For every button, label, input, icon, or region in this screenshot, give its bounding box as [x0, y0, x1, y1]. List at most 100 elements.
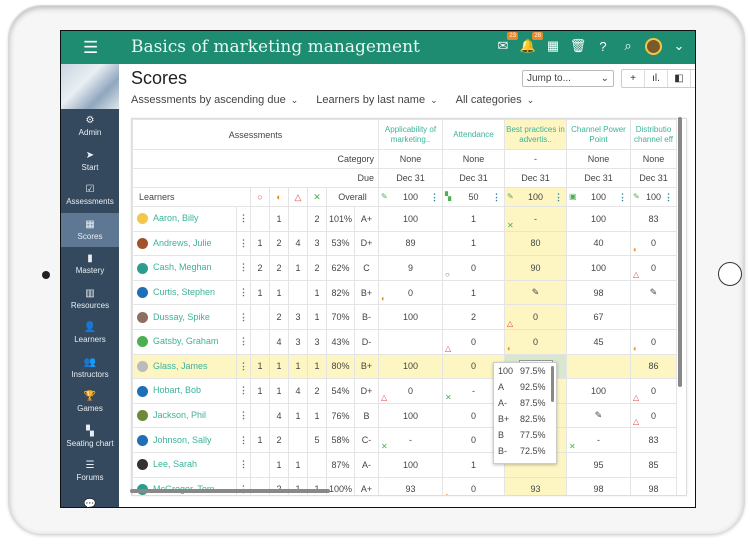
kebab-menu-icon[interactable]: ⋮ — [492, 192, 501, 203]
row-menu-icon[interactable]: ⋮ — [236, 304, 251, 330]
assessment-title[interactable]: Distributio channel eff — [630, 119, 677, 150]
grade-option[interactable]: B 77.5% — [494, 427, 556, 443]
learner-name[interactable]: Dussay, Spike — [132, 304, 237, 330]
score-cell[interactable]: 100 — [378, 353, 443, 380]
score-cell[interactable]: 45 — [566, 328, 631, 355]
row-menu-icon[interactable]: ⋮ — [236, 328, 251, 355]
learner-name-text[interactable]: Dussay, Spike — [153, 312, 210, 322]
score-cell[interactable]: 2 — [442, 304, 505, 330]
score-cell[interactable]: 100 — [378, 451, 443, 478]
learners-header[interactable]: Learners — [132, 187, 251, 207]
score-cell[interactable]: 0 ◐ — [630, 230, 677, 257]
score-cell[interactable]: 89 — [378, 230, 443, 257]
row-menu-icon[interactable]: ⋮ — [236, 255, 251, 281]
score-cell[interactable]: 83 — [630, 206, 677, 232]
learner-name[interactable]: McGregor, Tom — [132, 476, 237, 495]
export-button[interactable]: ◧ — [668, 70, 691, 87]
assessment-title[interactable]: Applicability of marketing.. — [378, 119, 443, 150]
user-avatar[interactable] — [645, 37, 662, 55]
assessment-max[interactable]: ▣ 100 ⋮ — [566, 187, 631, 207]
row-menu-icon[interactable]: ⋮ — [236, 279, 251, 306]
learner-name-text[interactable]: Hobart, Bob — [153, 385, 201, 395]
sidebar-item-scores[interactable]: ▦ Scores — [61, 212, 119, 247]
score-cell[interactable]: 1 — [442, 279, 505, 306]
score-cell[interactable]: 0 ◐ — [504, 328, 567, 355]
score-cell[interactable]: 100 — [566, 206, 631, 232]
score-cell[interactable]: 80 — [504, 230, 567, 257]
score-cell[interactable]: 0 ◐ — [378, 279, 443, 306]
learner-name-text[interactable]: Gatsby, Graham — [153, 336, 218, 346]
score-cell[interactable]: 86 — [630, 353, 677, 380]
score-cell[interactable]: 93 — [378, 476, 443, 495]
sidebar-item-learners[interactable]: 👤 Learners — [61, 316, 119, 351]
score-cell[interactable]: 100 — [378, 402, 443, 429]
score-cell[interactable]: 93 — [504, 476, 567, 495]
sidebar-item-instructors[interactable]: 👥 Instructors — [61, 351, 119, 386]
score-cell[interactable] — [566, 353, 631, 380]
learner-name-text[interactable]: Curtis, Stephen — [153, 287, 215, 297]
learner-name-text[interactable]: Lee, Sarah — [153, 459, 197, 469]
score-cell[interactable] — [378, 328, 443, 355]
score-cell[interactable]: 0 △ — [442, 328, 505, 355]
sidebar-item-resources[interactable]: ▥ Resources — [61, 282, 119, 317]
score-cell[interactable]: - ✕ — [378, 427, 443, 453]
notifications-icon[interactable]: 🔔 28 — [520, 32, 543, 55]
score-cell[interactable]: - ✕ — [566, 427, 631, 453]
learner-name-text[interactable]: Aaron, Billy — [153, 213, 199, 223]
hamburger-icon[interactable]: ☰ — [83, 38, 98, 58]
jump-to-select[interactable]: Jump to... ⌄ — [522, 70, 614, 87]
score-cell[interactable]: 98 — [566, 476, 631, 495]
score-cell[interactable]: 0 ○ — [442, 255, 505, 281]
row-menu-icon[interactable]: ⋮ — [236, 353, 251, 380]
score-cell[interactable]: 0 △ — [630, 378, 677, 404]
dropdown-scrollbar[interactable] — [551, 366, 554, 402]
assessment-max[interactable]: ✎ 100 ⋮ — [378, 187, 443, 207]
assessment-title[interactable]: Attendance — [442, 119, 505, 150]
settings-button[interactable]: ⚙ — [691, 70, 695, 87]
home-button[interactable] — [718, 262, 742, 286]
excused-icon[interactable]: ✕ — [307, 187, 327, 207]
score-cell[interactable]: 0 ◐ — [442, 476, 505, 495]
learner-name-text[interactable]: Andrews, Julie — [153, 238, 212, 248]
learner-name[interactable]: Jackson, Phil — [132, 402, 237, 429]
score-cell[interactable]: 67 — [566, 304, 631, 330]
kebab-menu-icon[interactable]: ⋮ — [664, 192, 673, 203]
kebab-menu-icon[interactable]: ⋮ — [430, 192, 439, 203]
late-icon[interactable]: △ — [288, 187, 308, 207]
learner-name-text[interactable]: Johnson, Sally — [153, 435, 212, 445]
chevron-down-icon[interactable]: ⌄ — [671, 37, 687, 55]
chart-button[interactable]: ıl. — [645, 70, 668, 87]
filter-dropdown[interactable]: Learners by last name ⌄ — [316, 94, 437, 106]
score-cell[interactable]: 100 — [378, 304, 443, 330]
score-cell[interactable]: 90 — [504, 255, 567, 281]
learner-name-text[interactable]: Cash, Meghan — [153, 262, 212, 272]
score-cell[interactable]: 98 — [630, 476, 677, 495]
messages-icon[interactable]: ✉ 23 — [495, 32, 518, 55]
learner-name[interactable]: Andrews, Julie — [132, 230, 237, 257]
grade-option[interactable]: 100 97.5% — [494, 363, 556, 379]
score-cell[interactable]: 0 △ — [378, 378, 443, 404]
kebab-menu-icon[interactable]: ⋮ — [618, 192, 627, 203]
score-cell[interactable]: 100 — [378, 206, 443, 232]
overall-header[interactable]: Overall — [326, 187, 379, 207]
score-cell[interactable]: 98 — [566, 279, 631, 306]
grade-option[interactable]: B+ 82.5% — [494, 411, 556, 427]
score-cell[interactable]: 100 — [566, 255, 631, 281]
assessment-title[interactable]: Channel Power Point — [566, 119, 631, 150]
sidebar-item-admin[interactable]: ⚙ Admin — [61, 109, 119, 144]
learner-name-text[interactable]: Jackson, Phil — [153, 410, 206, 420]
score-cell[interactable]: 95 — [566, 451, 631, 478]
not-submitted-icon[interactable]: ○ — [250, 187, 270, 207]
learner-name[interactable]: Cash, Meghan — [132, 255, 237, 281]
assessment-max[interactable]: ▚ 50 ⋮ — [442, 187, 505, 207]
add-button[interactable]: + — [622, 70, 645, 87]
score-cell[interactable]: - ✕ — [504, 206, 567, 232]
score-cell[interactable]: 83 — [630, 427, 677, 453]
calendar-icon[interactable]: ▦ — [545, 37, 561, 55]
score-cell[interactable]: 9 — [378, 255, 443, 281]
kebab-menu-icon[interactable]: ⋮ — [554, 192, 563, 203]
score-cell[interactable]: 0 △ — [630, 402, 677, 429]
trash-icon[interactable]: 🗑 — [570, 37, 587, 55]
learner-name[interactable]: Aaron, Billy — [132, 206, 237, 232]
help-icon[interactable]: ? — [595, 37, 611, 55]
